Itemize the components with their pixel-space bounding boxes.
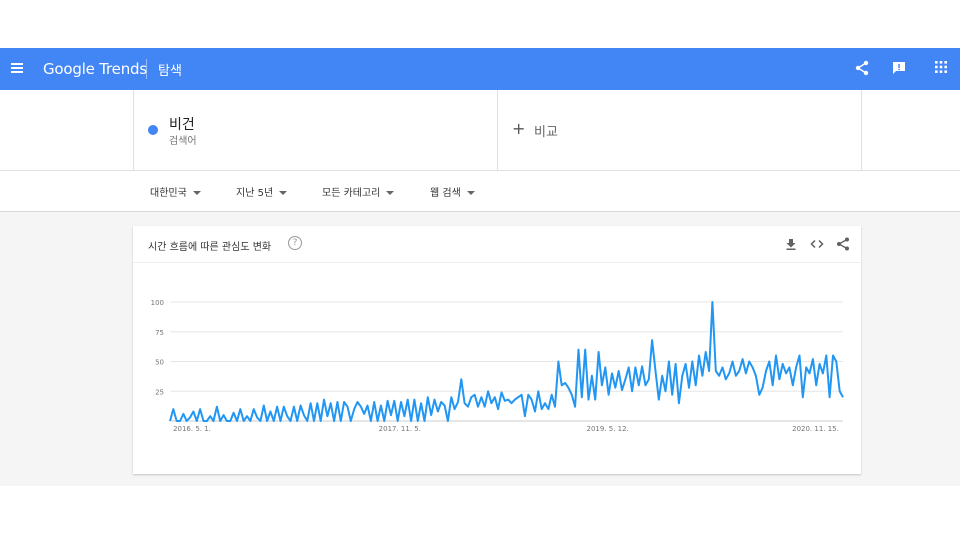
x-tick-label: 2019. 5. 12. bbox=[587, 425, 629, 433]
page-title: 탐색 bbox=[158, 64, 182, 79]
chevron-down-icon bbox=[466, 191, 475, 195]
chevron-down-icon bbox=[192, 191, 201, 195]
y-tick-label: 100 bbox=[151, 299, 164, 307]
feedback-icon[interactable] bbox=[891, 60, 909, 78]
header-divider bbox=[146, 59, 147, 79]
interest-over-time-card: 시간 흐름에 따른 관심도 변화 ? 2550751002016. 5. bbox=[133, 226, 861, 474]
filter-bar: 대한민국 지난 5년 모든 카테고리 웹 검색 bbox=[0, 171, 960, 212]
region-filter-dropdown[interactable]: 대한민국 bbox=[150, 184, 201, 199]
search-type-filter-label: 웹 검색 bbox=[430, 188, 461, 199]
region-filter-label: 대한민국 bbox=[150, 188, 187, 199]
time-filter-dropdown[interactable]: 지난 5년 bbox=[236, 184, 288, 199]
y-tick-label: 50 bbox=[155, 359, 164, 367]
share-icon[interactable] bbox=[836, 236, 850, 251]
chevron-down-icon bbox=[386, 191, 395, 195]
embed-code-icon[interactable] bbox=[810, 236, 824, 250]
compare-label: 비교 bbox=[534, 125, 558, 140]
help-icon[interactable]: ? bbox=[288, 236, 302, 250]
x-tick-label: 2016. 5. 1. bbox=[173, 425, 211, 433]
category-filter-label: 모든 카테고리 bbox=[322, 188, 381, 199]
interest-line-chart: 25 50 75 100 2016. 5. 1. 2017. 11. 5. 2019. 5.… bbox=[151, 299, 844, 433]
apps-grid-icon[interactable] bbox=[934, 60, 952, 78]
card-header: 시간 흐름에 따른 관심도 변화 ? bbox=[133, 226, 861, 263]
plus-icon: + bbox=[512, 119, 526, 138]
search-term-type: 검색어 bbox=[169, 136, 197, 147]
time-filter-label: 지난 5년 bbox=[236, 188, 274, 199]
chevron-down-icon bbox=[279, 191, 288, 195]
search-term-card[interactable]: 비건 검색어 bbox=[133, 90, 498, 170]
google-trends-logo[interactable]: Google Trends bbox=[43, 60, 147, 78]
hamburger-menu-icon[interactable] bbox=[11, 61, 25, 77]
top-app-bar: Google Trends 탐색 bbox=[0, 48, 960, 90]
x-tick-label: 2017. 11. 5. bbox=[379, 425, 421, 433]
compare-button[interactable]: + 비교 bbox=[497, 90, 862, 170]
search-term-name: 비건 bbox=[169, 117, 195, 133]
x-tick-label: 2020. 11. 15. bbox=[792, 425, 839, 433]
search-terms-row: 비건 검색어 + 비교 bbox=[0, 90, 960, 171]
card-title: 시간 흐름에 따른 관심도 변화 bbox=[148, 242, 272, 253]
category-filter-dropdown[interactable]: 모든 카테고리 bbox=[322, 184, 395, 199]
search-type-filter-dropdown[interactable]: 웹 검색 bbox=[430, 184, 475, 199]
term-color-dot bbox=[148, 125, 158, 135]
logo-google-text: Google bbox=[43, 60, 95, 78]
y-tick-label: 25 bbox=[155, 388, 164, 396]
download-icon[interactable] bbox=[784, 236, 798, 250]
logo-trends-text: Trends bbox=[99, 60, 147, 78]
y-tick-label: 75 bbox=[155, 329, 164, 337]
share-icon[interactable] bbox=[854, 60, 872, 78]
